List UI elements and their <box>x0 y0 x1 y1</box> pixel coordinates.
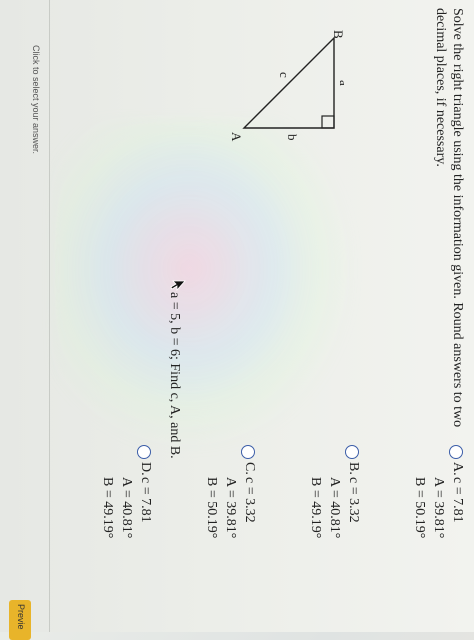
choice-value-angle-b: B = 49.19° <box>308 477 323 539</box>
choice-value-angle-a: A = 39.81° <box>223 477 238 539</box>
choice-value-angle-a: A = 39.81° <box>431 477 446 539</box>
rotated-screen: Solve the right triangle using the infor… <box>0 0 474 640</box>
mouse-pointer-icon <box>170 280 186 292</box>
choice-letter: B. <box>346 462 361 475</box>
preview-button[interactable]: Previe <box>9 600 31 640</box>
choice-value-c: c = 3.32 <box>242 477 257 523</box>
radio-button-icon[interactable] <box>449 445 463 459</box>
choice-value-angle-b: B = 50.19° <box>412 477 427 539</box>
choice-letter: C. <box>242 462 257 475</box>
choice-value-angle-a: A = 40.81° <box>119 477 134 539</box>
vertex-a-label: A <box>229 132 244 142</box>
side-a-label: a <box>337 80 344 86</box>
question-instruction: Solve the right triangle using the infor… <box>433 8 465 428</box>
select-answer-hint: Click to select your answer. <box>31 45 41 155</box>
choice-value-angle-b: B = 50.19° <box>204 477 219 539</box>
right-angle-marker <box>321 115 335 129</box>
question-page: Solve the right triangle using the infor… <box>0 0 474 640</box>
choice-letter: A. <box>450 462 465 476</box>
choice-a[interactable]: A. c = 7.81 A = 39.81° B = 50.19° <box>362 442 466 622</box>
choice-b[interactable]: B. c = 3.32 A = 40.81° B = 49.19° <box>258 442 362 622</box>
choice-d[interactable]: D. c = 7.81 A = 40.81° B = 49.19° <box>50 442 154 622</box>
choice-value-c: c = 3.32 <box>346 477 361 523</box>
footer-divider <box>49 0 50 632</box>
radio-button-icon[interactable] <box>241 445 255 459</box>
given-values: a = 5, b = 6; Find c, A, and B. <box>167 292 182 459</box>
choice-letter: D. <box>138 462 153 476</box>
triangle-outline <box>242 36 335 129</box>
right-triangle-figure: B A a b c <box>229 30 344 142</box>
radio-button-icon[interactable] <box>137 445 151 459</box>
radio-button-icon[interactable] <box>345 445 359 459</box>
choice-value-c: c = 7.81 <box>138 477 153 523</box>
choice-value-angle-b: B = 49.19° <box>100 477 115 539</box>
choice-value-c: c = 7.81 <box>450 477 465 523</box>
vertex-b-label: B <box>331 30 344 39</box>
answer-choices: A. c = 7.81 A = 39.81° B = 50.19° B. c =… <box>50 442 466 622</box>
choice-c[interactable]: C. c = 3.32 A = 39.81° B = 50.19° <box>154 442 258 622</box>
side-c-label: c <box>277 72 292 78</box>
side-b-label: b <box>285 134 300 141</box>
choice-value-angle-a: A = 40.81° <box>327 477 342 539</box>
screen-moire-overlay <box>54 120 354 450</box>
